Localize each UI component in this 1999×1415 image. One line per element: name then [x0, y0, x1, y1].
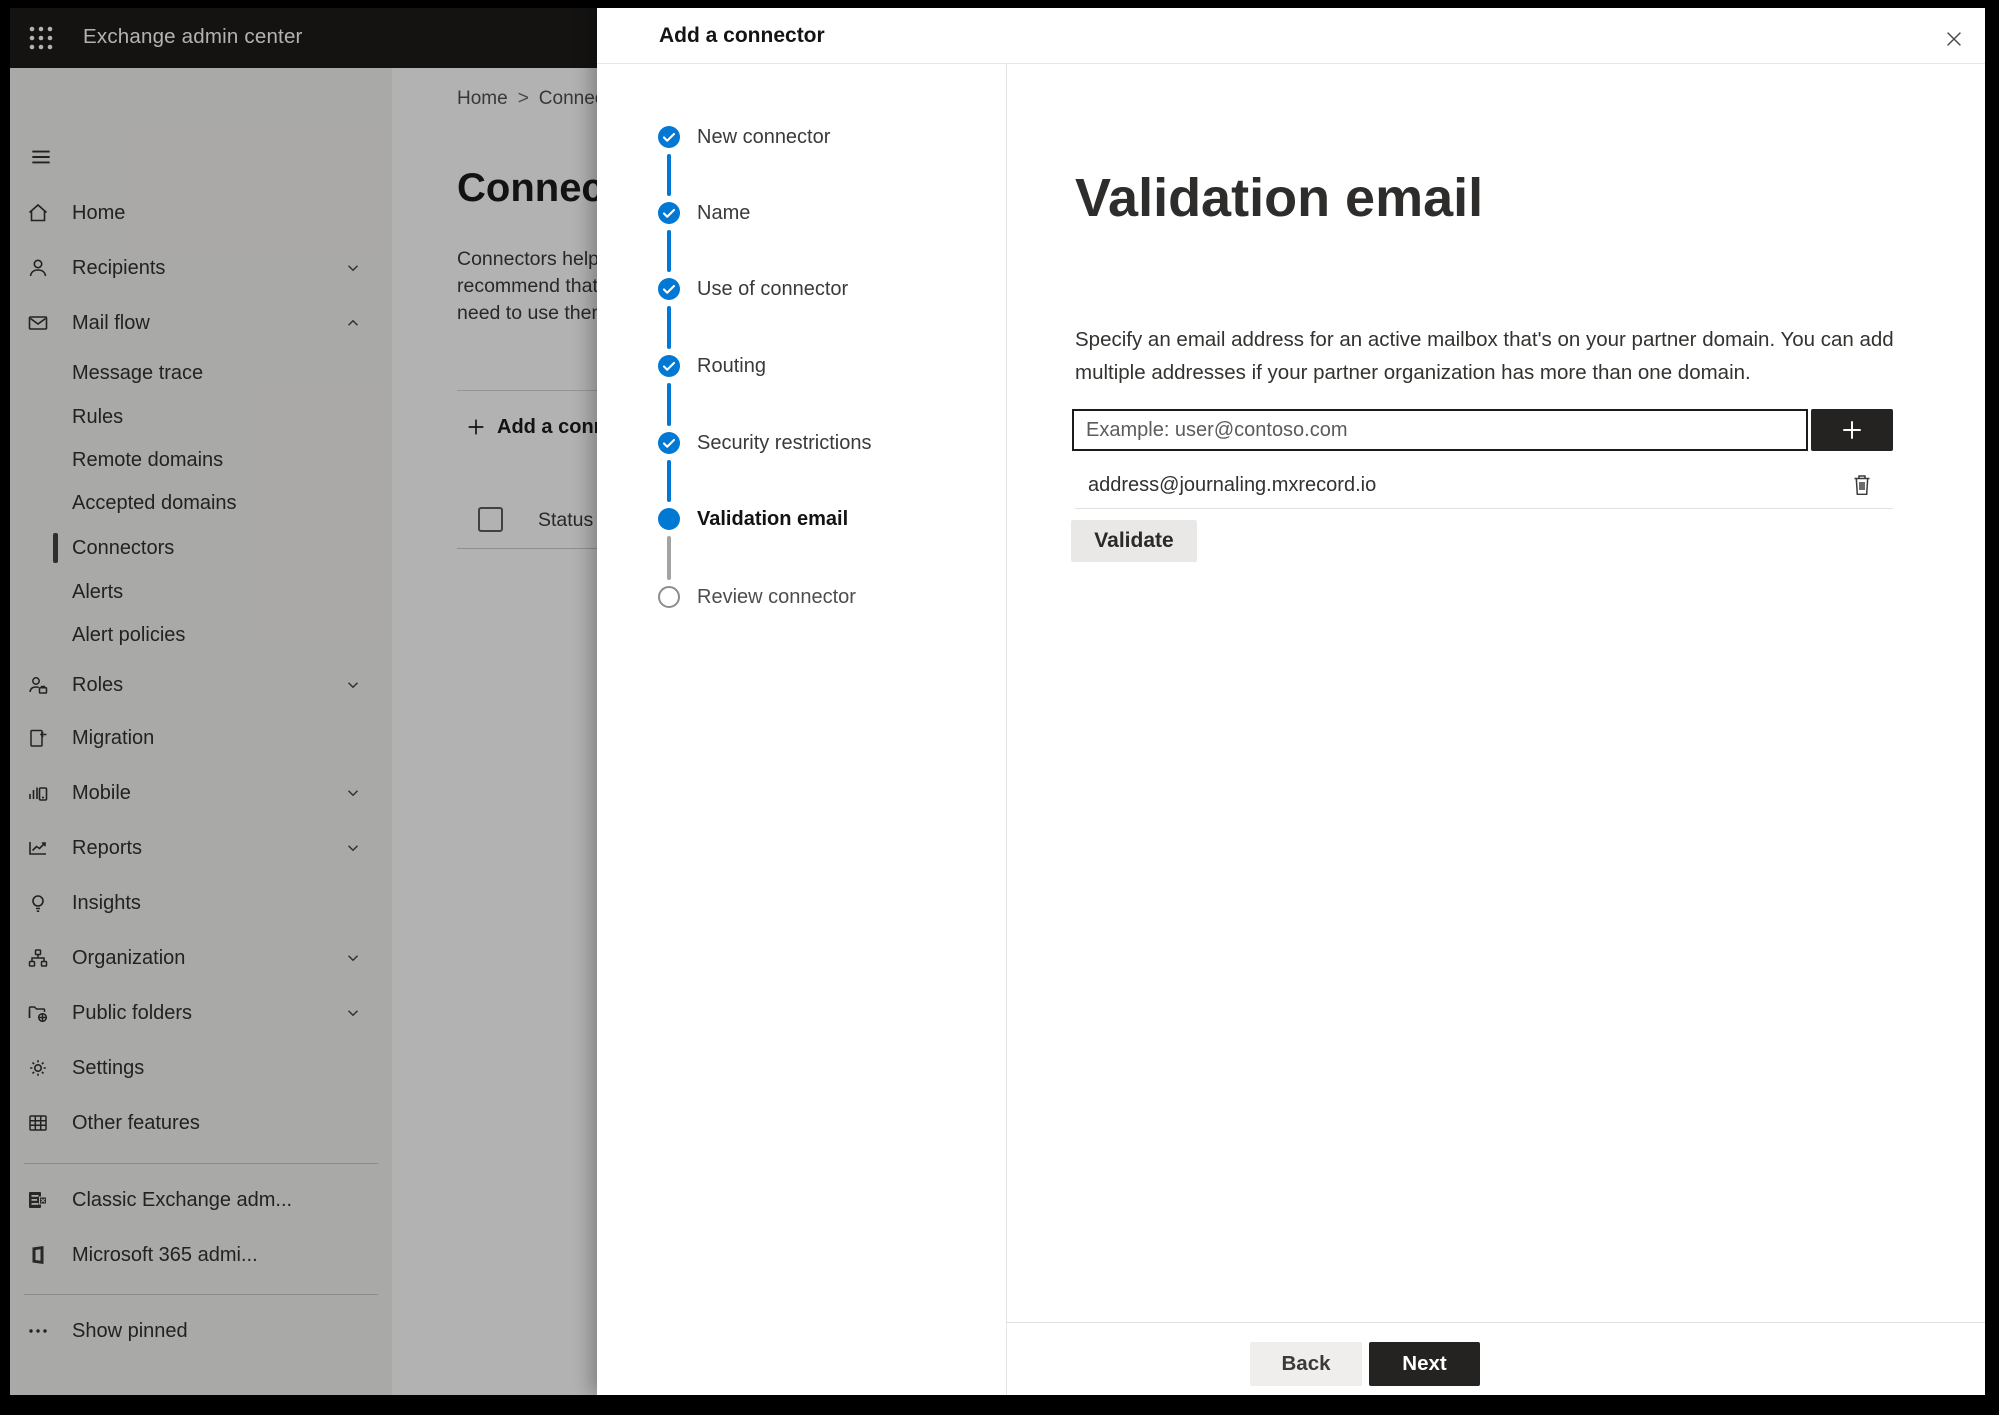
- step-label: Validation email: [697, 507, 849, 530]
- step-validation-email[interactable]: Validation email: [597, 502, 997, 536]
- step-completed-check-icon: [658, 202, 680, 224]
- delete-address-button[interactable]: [1850, 471, 1876, 499]
- step-label: Use of connector: [697, 277, 849, 300]
- close-icon[interactable]: [1939, 24, 1969, 54]
- step-completed-check-icon: [658, 278, 680, 300]
- plus-icon: [1843, 421, 1861, 439]
- added-address-text: address@journaling.mxrecord.io: [1088, 474, 1377, 496]
- step-connector-line: [667, 460, 671, 502]
- trash-icon: [1854, 475, 1870, 496]
- step-connector-line: [667, 230, 671, 272]
- validate-button[interactable]: Validate: [1071, 520, 1197, 562]
- step-connector-line: [667, 154, 671, 196]
- step-completed-check-icon: [658, 126, 680, 148]
- add-connector-panel: Add a connector New connector Name Use o…: [597, 8, 1985, 1395]
- back-button[interactable]: Back: [1250, 1342, 1362, 1386]
- step-upcoming-icon: [658, 586, 680, 608]
- step-label: New connector: [697, 125, 831, 148]
- panel-footer-divider: [1006, 1322, 1985, 1323]
- step-label: Routing: [697, 354, 766, 377]
- add-email-button[interactable]: [1811, 409, 1893, 451]
- step-label: Name: [697, 201, 751, 224]
- step-new-connector[interactable]: New connector: [597, 120, 997, 154]
- validation-email-input[interactable]: [1072, 409, 1808, 451]
- step-connector-line: [667, 306, 671, 349]
- step-connector-line: [667, 536, 671, 580]
- wizard-description: Specify an email address for an active m…: [1075, 328, 1894, 384]
- address-row-divider: [1075, 508, 1893, 509]
- step-label: Security restrictions: [697, 431, 872, 454]
- added-address-row: address@journaling.mxrecord.io: [1075, 462, 1893, 508]
- panel-title: Add a connector: [659, 24, 825, 47]
- step-security-restrictions[interactable]: Security restrictions: [597, 426, 997, 460]
- panel-vertical-divider: [1006, 63, 1007, 1395]
- step-connector-line: [667, 383, 671, 426]
- step-completed-check-icon: [658, 432, 680, 454]
- step-use-of-connector[interactable]: Use of connector: [597, 272, 997, 306]
- step-review-connector[interactable]: Review connector: [597, 580, 997, 614]
- app-window: Exchange admin center Home Recipients Ma…: [10, 8, 1985, 1395]
- next-button[interactable]: Next: [1369, 1342, 1480, 1386]
- panel-header-divider: [597, 63, 1985, 64]
- step-routing[interactable]: Routing: [597, 349, 997, 383]
- step-label: Review connector: [697, 585, 856, 608]
- wizard-heading: Validation email: [1075, 168, 1484, 228]
- step-name[interactable]: Name: [597, 196, 997, 230]
- step-current-icon: [658, 508, 680, 530]
- step-completed-check-icon: [658, 355, 680, 377]
